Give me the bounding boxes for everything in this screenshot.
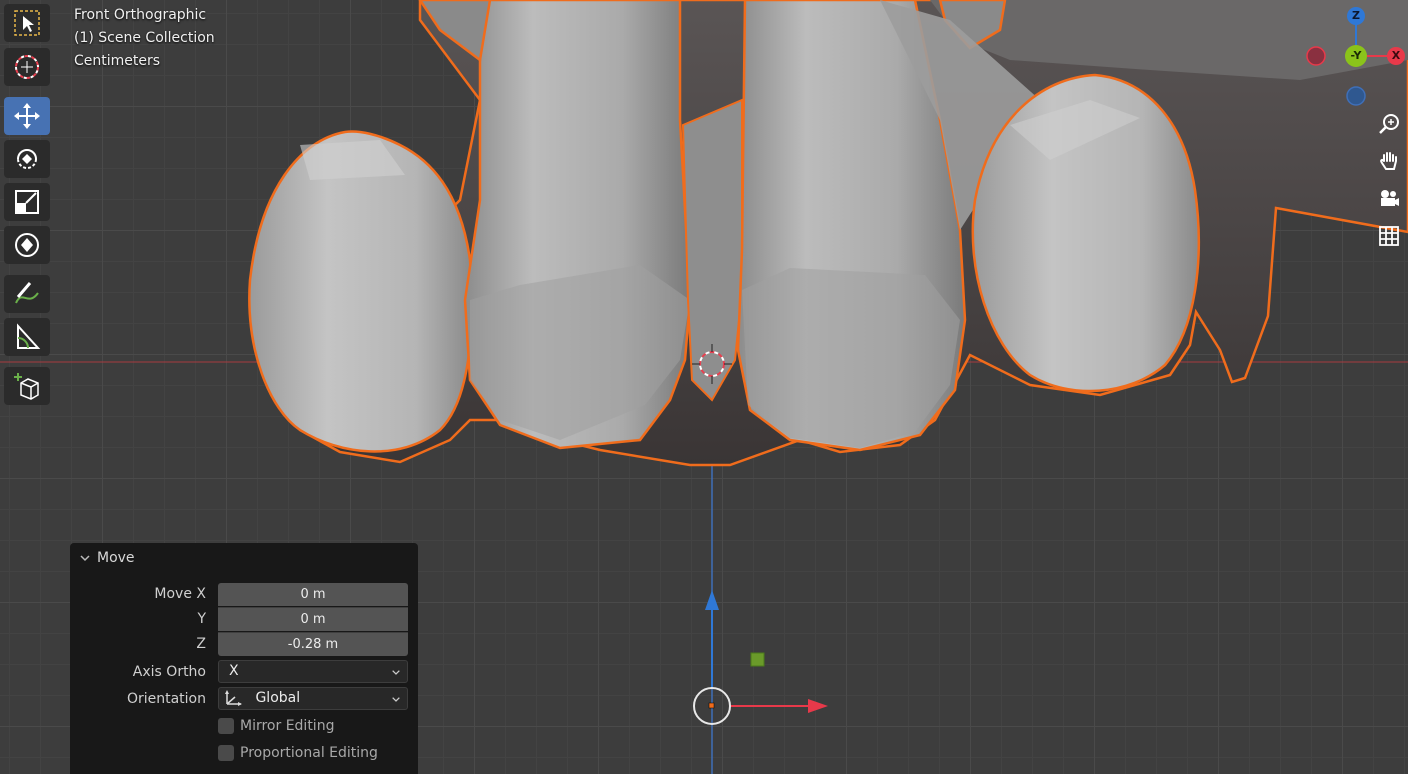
collection-name: (1) Scene Collection [74,30,215,46]
add-cube-icon [14,373,39,400]
scale-icon [15,190,39,214]
measure-icon [17,323,41,349]
move-z-label: Z [196,636,206,652]
left-foot-mesh [248,130,473,453]
move-x-field[interactable]: 0 m [218,583,408,606]
panel-title: Move [97,550,135,566]
select-box-icon [14,10,40,36]
view-name: Front Orthographic [74,7,207,23]
checkbox-box[interactable] [218,745,234,761]
rotate-tool[interactable] [4,140,50,178]
proportional-editing-checkbox[interactable]: Proportional Editing [218,743,378,763]
orientation-global-icon [223,689,243,707]
move-icon [14,103,40,129]
3d-viewport[interactable]: Z -Y X Front Orthographic (1) Scene Coll… [0,0,1408,774]
camera-view-button[interactable] [1373,183,1405,215]
zoom-button[interactable] [1373,108,1405,140]
move-gizmo [693,590,828,725]
add-cube-tool[interactable] [4,367,50,405]
hand-icon [1380,152,1397,170]
transform-icon [15,233,39,257]
chevron-down-icon [391,688,401,716]
axis-ortho-dropdown[interactable]: X [218,660,408,683]
proportional-editing-label: Proportional Editing [240,745,378,761]
cursor-icon [15,55,39,79]
chevron-down-icon [79,552,91,564]
axis-ortho-value: X [229,663,239,679]
camera-icon [1381,190,1399,206]
transform-tool[interactable] [4,226,50,264]
annotate-tool[interactable] [4,275,50,313]
rotate-icon [17,149,37,169]
gizmo-neg-y-axis[interactable]: -Y [1345,45,1367,67]
units-label: Centimeters [74,53,161,69]
orientation-label: Orientation [126,691,206,707]
select-box-tool[interactable] [4,4,50,42]
axis-ortho-label: Axis Ortho [132,664,206,680]
mirror-editing-checkbox[interactable]: Mirror Editing [218,716,334,736]
move-z-field[interactable]: -0.28 m [218,632,408,656]
move-y-label: Y [197,611,206,627]
panel-header[interactable]: Move [70,543,418,573]
mirror-editing-label: Mirror Editing [240,718,335,734]
grid-icon [1379,226,1399,246]
ortho-toggle-button[interactable] [1373,220,1405,252]
move-tool[interactable] [4,97,50,135]
orientation-dropdown[interactable]: Global [218,687,408,710]
zoom-icon [1379,114,1399,134]
gizmo-x-axis[interactable]: X [1387,47,1405,65]
move-x-label: Move X [154,586,206,602]
scale-tool[interactable] [4,183,50,221]
last-operation-panel: Move Move X 0 m Y 0 m Z -0.28 m Axis Ort… [70,543,418,774]
chevron-down-icon [391,661,401,689]
cursor-tool[interactable] [4,48,50,86]
gizmo-z-axis[interactable]: Z [1347,7,1365,25]
pan-button[interactable] [1373,145,1405,177]
checkbox-box[interactable] [218,718,234,734]
orientation-value: Global [255,690,301,706]
measure-tool[interactable] [4,318,50,356]
move-y-field[interactable]: 0 m [218,607,408,631]
annotate-icon [15,282,39,304]
